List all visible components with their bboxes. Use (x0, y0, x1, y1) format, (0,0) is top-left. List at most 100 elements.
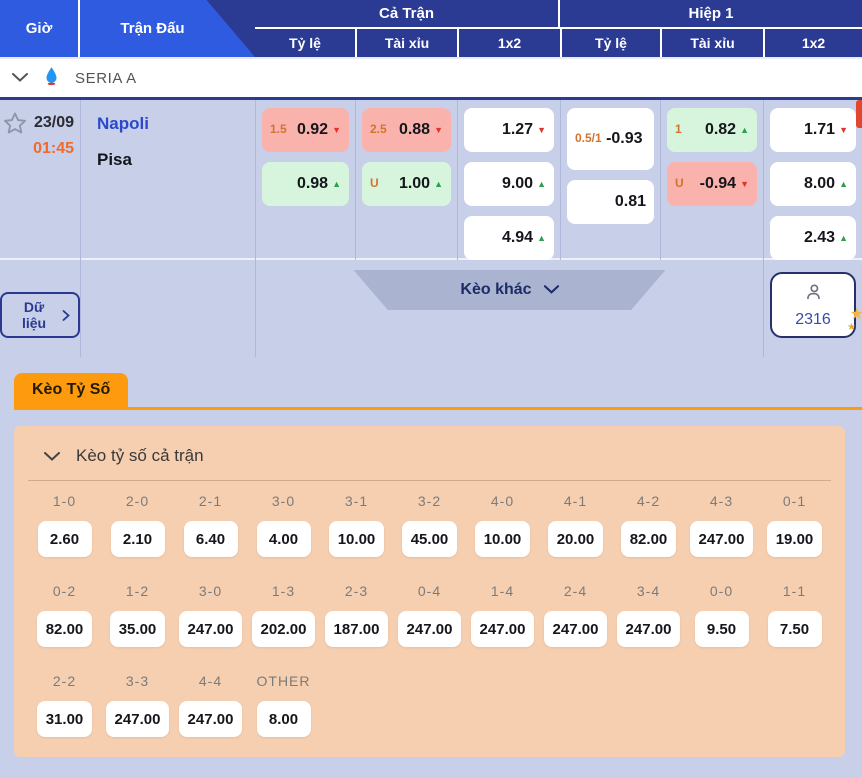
data-button[interactable]: Dữ liệu (0, 292, 80, 338)
odds-cell[interactable]: 2.5 0.88 ▼ (362, 108, 451, 152)
score-odd-button[interactable]: 247.00 (179, 611, 243, 647)
score-odd-button[interactable]: 187.00 (325, 611, 389, 647)
league-bar[interactable]: SERIA A (0, 57, 862, 97)
score-slot: 4-0 10.00 (470, 493, 535, 557)
betting-app: Giờ Trận Đấu Cả Trận Hiệp 1 Tỷ lệ Tài xỉ… (0, 0, 862, 778)
odds-cell[interactable]: 0.98▲ (262, 162, 349, 206)
odds-value: 2.43 (804, 229, 835, 247)
score-odd-button[interactable]: 247.00 (398, 611, 462, 647)
header-h1-handicap: Tỷ lệ (560, 29, 660, 57)
score-slot: 0-119.00 (762, 493, 827, 557)
handicap-label: 1.5 (270, 122, 287, 138)
score-slot: 0-4247.00 (397, 583, 462, 647)
odds-cell[interactable]: 0.81 (567, 180, 654, 224)
odds-column-firsthalf-overunder: 10.82▲ U -0.94 ▼ (660, 100, 763, 260)
score-odd-button[interactable]: 20.00 (548, 521, 604, 557)
odds-cell[interactable]: 1.27▼ (464, 108, 554, 152)
home-team-name[interactable]: Napoli (97, 114, 255, 134)
header-left-block: Giờ Trận Đấu (0, 0, 255, 57)
score-label: 4-0 (491, 493, 514, 509)
score-odd-button[interactable]: 202.00 (252, 611, 316, 647)
score-label: 4-4 (199, 673, 222, 689)
header-match-col: Trận Đấu (80, 0, 255, 57)
score-odd-button[interactable]: 247.00 (471, 611, 535, 647)
odds-value: 0.88 (399, 121, 430, 139)
league-logo-icon (44, 66, 59, 91)
more-bets-button[interactable]: Kèo khác (354, 270, 666, 310)
trend-up-icon: ▲ (332, 179, 341, 189)
score-label: 3-1 (345, 493, 368, 509)
chevron-down-icon[interactable] (44, 446, 60, 466)
odds-cell[interactable]: 1.71▼ (770, 108, 856, 152)
score-slot: 0-09.50 (689, 583, 754, 647)
score-odd-button[interactable]: 19.00 (767, 521, 823, 557)
trend-up-icon: ▲ (537, 179, 546, 189)
odds-cell[interactable]: 2.43▲ (770, 216, 856, 260)
score-odd-button[interactable]: 82.00 (621, 521, 677, 557)
score-odd-button[interactable]: 7.50 (768, 611, 822, 647)
edge-highlight-sliver (856, 100, 862, 128)
odds-value: 0.92 (297, 121, 328, 139)
trend-down-icon: ▼ (740, 179, 749, 189)
score-odd-button[interactable]: 31.00 (37, 701, 93, 737)
trend-down-icon: ▼ (434, 125, 443, 135)
score-odd-button[interactable]: 45.00 (402, 521, 458, 557)
score-slot: 1-0 2.60 (32, 493, 97, 557)
sparkle-star-icon: ★ (850, 304, 862, 324)
odds-column-firsthalf-1x2: 1.71▼ 8.00▲ 2.43▲ (763, 100, 862, 260)
odds-cell[interactable]: 8.00▲ (770, 162, 856, 206)
score-row: 1-02.602-02.102-16.403-04.003-110.003-24… (14, 481, 845, 557)
sparkle-star-icon: ★ (847, 322, 856, 333)
handicap-label: 2.5 (370, 122, 387, 138)
header-subcolumns: Tỷ lệ Tài xỉu 1x2 Tỷ lệ Tài xỉu 1x2 (255, 29, 862, 57)
data-cell: Dữ liệu (0, 260, 80, 357)
score-odd-button[interactable]: 247.00 (106, 701, 170, 737)
away-team-name[interactable]: Pisa (97, 150, 255, 170)
score-odd-button[interactable]: 9.50 (695, 611, 749, 647)
score-label: 1-3 (272, 583, 295, 599)
trend-down-icon: ▼ (839, 125, 848, 135)
score-label: 4-1 (564, 493, 587, 509)
score-odd-button[interactable]: 6.40 (184, 521, 238, 557)
score-odd-button[interactable]: 82.00 (37, 611, 93, 647)
score-odd-button[interactable]: 2.10 (111, 521, 165, 557)
score-grid: 1-02.602-02.102-16.403-04.003-110.003-24… (14, 481, 845, 737)
trend-up-icon: ▲ (537, 233, 546, 243)
score-odd-button[interactable]: 4.00 (257, 521, 311, 557)
score-slot: 4-1 20.00 (543, 493, 608, 557)
score-slot: 3-1 10.00 (324, 493, 389, 557)
favorite-star-icon[interactable] (1, 110, 29, 143)
score-odd-button[interactable]: 10.00 (329, 521, 385, 557)
score-odd-button[interactable]: 35.00 (110, 611, 166, 647)
odds-cell[interactable]: 10.82▲ (667, 108, 757, 152)
odds-cell[interactable]: 1.50.92▼ (262, 108, 349, 152)
odds-cell[interactable]: 9.00▲ (464, 162, 554, 206)
viewers-box[interactable]: 2316 (770, 272, 856, 338)
score-odd-button[interactable]: 10.00 (475, 521, 531, 557)
odds-cell[interactable]: 4.94▲ (464, 216, 554, 260)
viewers-cell: 2316 ★ ★ (763, 260, 862, 357)
score-label: 1-0 (53, 493, 76, 509)
score-odd-button[interactable]: 247.00 (544, 611, 608, 647)
panel-header[interactable]: Kèo tỷ số cả trận (14, 440, 845, 480)
header-h1-overunder: Tài xỉu (660, 29, 763, 57)
score-odd-button[interactable]: 247.00 (690, 521, 754, 557)
score-label: 3-3 (126, 673, 149, 689)
odds-cell[interactable]: 0.5/1-0.93 (567, 108, 654, 170)
score-label: 1-2 (126, 583, 149, 599)
score-odd-button[interactable]: 2.60 (38, 521, 92, 557)
score-odd-button[interactable]: 247.00 (179, 701, 243, 737)
odds-value: -0.94 (700, 175, 736, 193)
tab-row: Kèo Tỷ Số (0, 373, 862, 426)
score-label: 3-2 (418, 493, 441, 509)
score-odd-button[interactable]: 8.00 (257, 701, 311, 737)
handicap-label: U (675, 176, 684, 192)
score-slot: 1-3 202.00 (251, 583, 316, 647)
score-label: 0-2 (53, 583, 76, 599)
odds-cell[interactable]: U -0.94 ▼ (667, 162, 757, 206)
tab-score-odds[interactable]: Kèo Tỷ Số (14, 373, 128, 407)
chevron-down-icon[interactable] (12, 69, 28, 87)
odds-cell[interactable]: U1.00▲ (362, 162, 451, 206)
teams-cell[interactable]: Napoli Pisa (80, 100, 255, 260)
score-odd-button[interactable]: 247.00 (617, 611, 681, 647)
